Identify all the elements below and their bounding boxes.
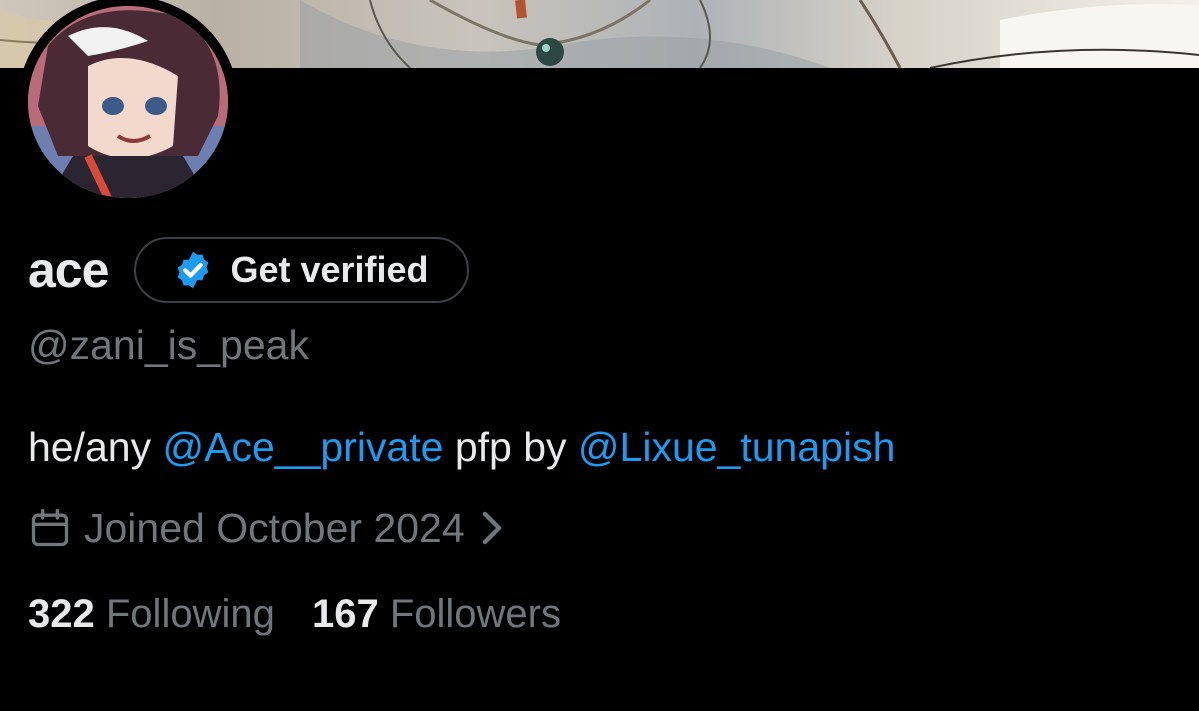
joined-date-text: Joined October 2024	[84, 504, 465, 551]
avatar-frame[interactable]	[18, 0, 238, 208]
follow-stats: 322 Following 167 Followers	[28, 592, 587, 637]
avatar-artwork	[28, 6, 228, 198]
calendar-icon	[31, 508, 69, 547]
bio-mention-lixue-tunapish[interactable]: @Lixue_tunapish	[578, 424, 895, 470]
followers-link[interactable]: 167 Followers	[312, 592, 561, 636]
bio-text-middle: pfp by	[443, 424, 578, 470]
profile-name-row: ace Get verified	[28, 236, 469, 304]
following-link[interactable]: 322 Following	[28, 592, 275, 636]
display-name: ace	[28, 242, 109, 298]
profile-handle: @zani_is_peak	[28, 322, 309, 368]
avatar[interactable]	[28, 6, 228, 198]
get-verified-button[interactable]: Get verified	[134, 237, 469, 303]
chevron-right-icon	[482, 511, 501, 545]
following-count: 322	[28, 592, 95, 636]
followers-count: 167	[311, 592, 379, 636]
get-verified-label: Get verified	[230, 249, 429, 290]
following-label: Following	[105, 592, 275, 636]
bio-mention-ace-private[interactable]: @Ace__private	[163, 424, 444, 470]
joined-date-link[interactable]: Joined October 2024	[28, 503, 505, 553]
profile-bio: he/any @Ace__private pfp by @Lixue_tunap…	[28, 424, 895, 471]
followers-label: Followers	[389, 592, 561, 636]
verified-badge-icon	[178, 251, 209, 289]
bio-text-prefix: he/any	[28, 424, 163, 470]
